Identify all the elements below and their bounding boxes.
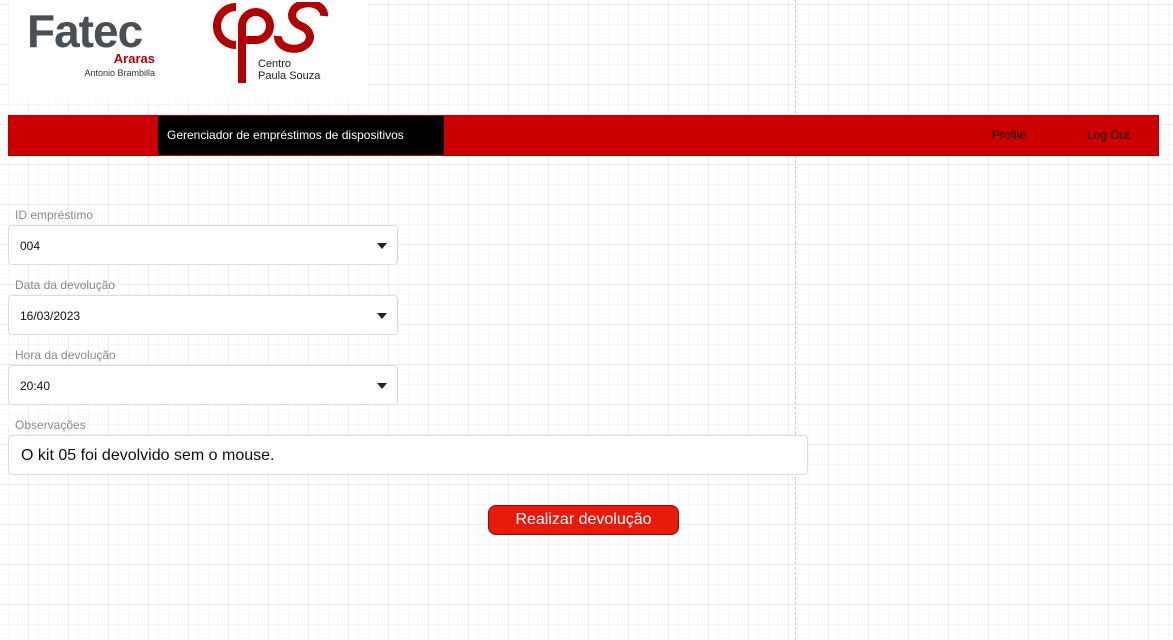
fatec-logo-city: Araras [113, 51, 155, 66]
chevron-down-icon [377, 243, 387, 249]
return-date-label: Data da devolução [15, 278, 116, 292]
return-time-select[interactable]: 20:40 [8, 365, 398, 405]
cps-logo: Centro Paula Souza [206, 2, 331, 84]
layout-guide-line [795, 0, 796, 640]
app-title: Gerenciador de empréstimos de dispositiv… [158, 116, 444, 155]
cps-logo-text-line1: Centro [258, 58, 292, 70]
return-time-label: Hora da devolução [15, 348, 116, 362]
submit-return-button[interactable]: Realizar devolução [488, 505, 679, 535]
top-navbar: Gerenciador de empréstimos de dispositiv… [8, 115, 1159, 156]
cps-logo-text-line2: Paula Souza [258, 70, 321, 82]
loan-id-select[interactable]: 004 [8, 225, 398, 265]
return-date-select[interactable]: 16/03/2023 [8, 295, 398, 335]
fatec-logo: Fatec Araras Antonio Brambilla [27, 6, 169, 86]
notes-value: O kit 05 foi devolvido sem o mouse. [21, 447, 275, 464]
logout-link[interactable]: Log Out [1087, 116, 1130, 155]
fatec-logo-name: Fatec [27, 5, 143, 57]
return-time-value: 20:40 [20, 379, 51, 393]
cps-logo-text: Centro Paula Souza [258, 58, 320, 82]
notes-label: Observações [15, 418, 86, 432]
notes-input[interactable]: O kit 05 foi devolvido sem o mouse. [8, 435, 808, 475]
return-date-value: 16/03/2023 [20, 309, 81, 323]
profile-link[interactable]: Profile [992, 116, 1026, 155]
chevron-down-icon [377, 313, 387, 319]
chevron-down-icon [377, 383, 387, 389]
header-logos: Fatec Araras Antonio Brambilla Centro Pa… [9, 0, 368, 102]
fatec-logo-unit: Antonio Brambilla [84, 68, 155, 78]
loan-id-label: ID empréstimo [15, 208, 94, 222]
loan-id-value: 004 [20, 239, 41, 253]
